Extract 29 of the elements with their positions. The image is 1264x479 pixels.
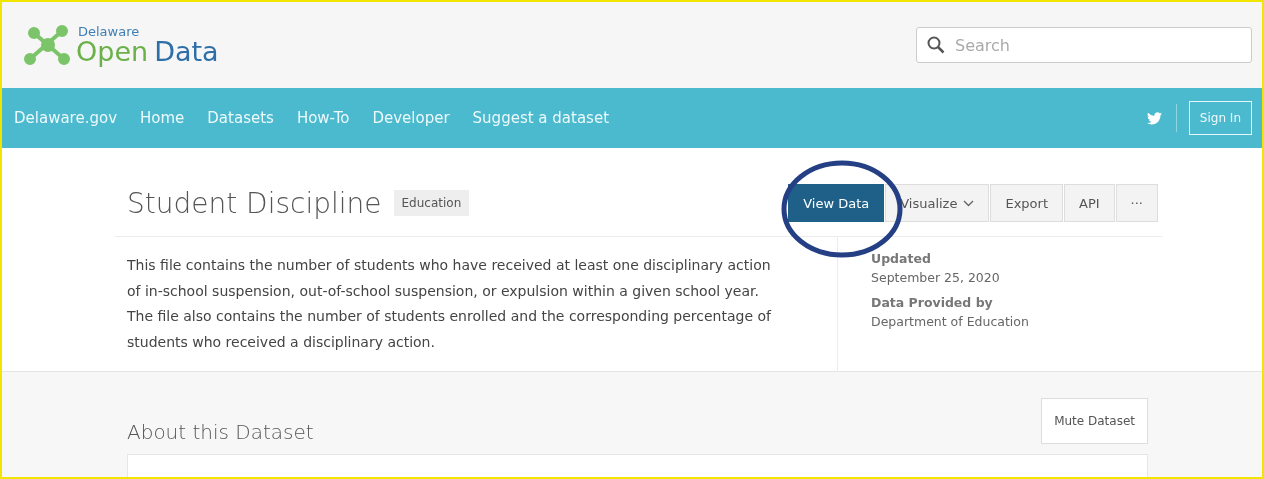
- nav-link[interactable]: Developer: [372, 109, 450, 127]
- molecule-logo-icon: [24, 25, 72, 65]
- view-data-button[interactable]: View Data: [788, 184, 885, 222]
- meta-label: Data Provided by: [871, 295, 994, 310]
- search-input[interactable]: Search: [953, 34, 1241, 56]
- meta-value: Department of Education: [871, 314, 1029, 329]
- chevron-down-icon: [963, 199, 975, 207]
- dataset-title: Student Discipline: [127, 186, 382, 220]
- search-field[interactable]: Search: [916, 27, 1252, 63]
- mute-dataset-button[interactable]: Mute Dataset: [1041, 398, 1148, 444]
- section-title: About this Dataset: [127, 420, 314, 444]
- meta-value: September 25, 2020: [871, 270, 1001, 285]
- action-button[interactable]: API: [1064, 184, 1115, 222]
- meta-label: Updated: [871, 251, 932, 266]
- logo-state-name: Delaware: [78, 25, 141, 38]
- action-button[interactable]: Export: [990, 184, 1063, 222]
- category-tag: Education: [393, 190, 470, 216]
- bird-icon[interactable]: [1146, 111, 1162, 125]
- nav-link[interactable]: Datasets: [207, 109, 274, 127]
- nav-link[interactable]: Suggest a dataset: [472, 109, 610, 127]
- nav-link[interactable]: Delaware.gov: [14, 109, 117, 127]
- more-button[interactable]: ···: [1115, 184, 1158, 222]
- sign-in-button[interactable]: Sign In: [1188, 101, 1252, 135]
- dataset-description: This file contains the number of students who have received at least one disciplinary action of in-school suspension, out-of-school suspension, or expulsion within a given school year. The file also contains the number of students enrolled and the corresponding percentage of students who received a disciplinary action.: [115, 237, 838, 371]
- nav-link[interactable]: How-To: [296, 109, 350, 127]
- logo-word: Data: [154, 38, 219, 65]
- logo-word: Open: [76, 38, 149, 65]
- search-icon: [927, 36, 945, 54]
- nav-link[interactable]: Home: [140, 109, 185, 127]
